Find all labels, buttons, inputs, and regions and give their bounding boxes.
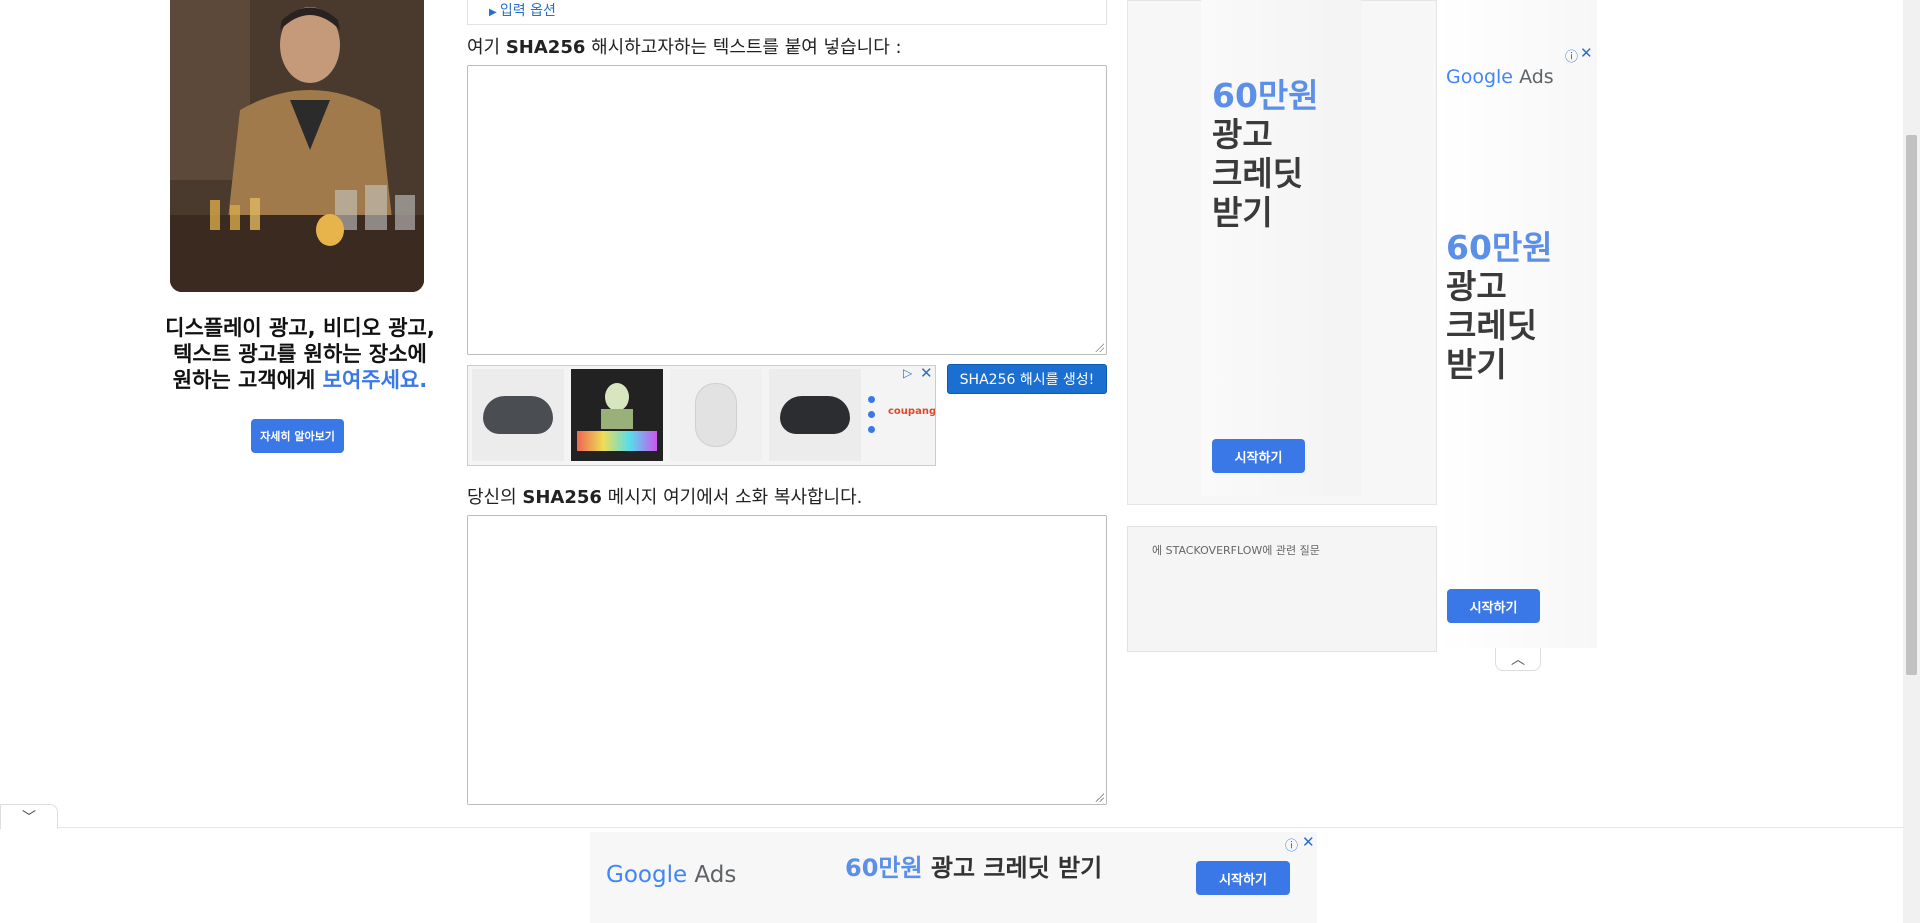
close-icon[interactable]: ✕ — [920, 364, 933, 382]
chevron-down-icon[interactable]: ﹀ — [0, 804, 58, 829]
input-label-suffix: 해시하고자하는 텍스트를 붙여 넣습니다 : — [585, 37, 902, 58]
input-options-toggle[interactable]: ▶ 입력 옵션 — [489, 0, 556, 20]
coupang-logo[interactable]: coupang — [888, 406, 935, 417]
product-mouse-black[interactable] — [769, 369, 861, 461]
input-textarea[interactable] — [467, 65, 1107, 355]
right-ad-credit[interactable]: 60만원 광고 크레딧 받기 시작하기 — [1201, 0, 1361, 496]
input-label: 여기 SHA256 해시하고자하는 텍스트를 붙여 넣습니다 : — [467, 33, 902, 59]
info-icon[interactable]: ⓘ — [1285, 835, 1298, 854]
start-button[interactable]: 시작하기 — [1196, 861, 1290, 895]
scrollbar-thumb[interactable] — [1906, 135, 1917, 675]
credit-amount: 60만원 — [1212, 76, 1319, 115]
left-ad-headline[interactable]: 디스플레이 광고, 비디오 광고, 텍스트 광고를 원하는 장소에 원하는 고객… — [155, 315, 445, 393]
close-icon[interactable]: ✕ — [1302, 833, 1315, 851]
stackoverflow-label: 에 STACKOVERFLOW에 관련 질문 — [1152, 544, 1320, 557]
ads-wordmark: Ads — [694, 862, 737, 888]
close-icon[interactable]: ✕ — [1580, 44, 1593, 62]
mouse-image — [695, 383, 737, 447]
ads-wordmark: Ads — [1519, 66, 1554, 88]
product-mouse-white[interactable] — [670, 369, 762, 461]
credit-suffix: 광고 크레딧 받기 — [922, 854, 1103, 882]
output-label-bold: SHA256 — [522, 487, 602, 508]
input-label-prefix: 여기 — [467, 37, 506, 58]
info-icon[interactable]: ⓘ — [1565, 46, 1578, 65]
credit-line-3: 크레딧 — [1446, 306, 1538, 345]
learn-more-button[interactable]: 자세히 알아보기 — [251, 419, 344, 453]
headline-highlight: 보여주세요. — [322, 368, 428, 392]
credit-text: 60만원 광고 크레딧 받기 — [1212, 76, 1319, 232]
start-button[interactable]: 시작하기 — [1212, 439, 1305, 473]
credit-line-2: 광고 — [1446, 267, 1507, 306]
triangle-right-icon: ▶ — [489, 7, 500, 18]
product-ad-banner[interactable]: coupang — [467, 365, 936, 466]
bottom-credit-text: 60만원 광고 크레딧 받기 — [845, 848, 1102, 883]
mouse-image — [780, 396, 850, 434]
output-textarea[interactable] — [467, 515, 1107, 805]
headline-line-1: 디스플레이 광고, 비디오 광고, — [165, 316, 435, 340]
output-label-suffix: 메시지 여기에서 소화 복사합니다. — [601, 487, 863, 508]
headline-line-2: 텍스트 광고를 원하는 장소에 — [173, 342, 427, 366]
bottom-divider — [0, 827, 1903, 828]
chevron-up-icon[interactable]: ︿ — [1495, 648, 1541, 671]
credit-amount: 60만원 — [845, 854, 923, 882]
credit-line-2: 광고 — [1212, 115, 1273, 154]
product-mouse-dark[interactable] — [472, 369, 564, 461]
google-ads-logo: Google Ads — [1446, 66, 1554, 88]
product-keyboard[interactable] — [571, 369, 663, 461]
start-button[interactable]: 시작하기 — [1447, 589, 1540, 623]
ad-choices-icon[interactable]: ▷ — [903, 366, 912, 380]
credit-amount: 60만원 — [1446, 228, 1553, 267]
credit-line-4: 받기 — [1446, 345, 1507, 384]
generate-hash-button[interactable]: SHA256 해시를 생성! — [947, 364, 1107, 394]
mouse-image — [483, 396, 553, 434]
headline-line-3-prefix: 원하는 고객에게 — [172, 368, 323, 392]
input-options-panel — [467, 0, 1107, 25]
perfumer-photo — [170, 0, 424, 292]
resize-grip-icon[interactable] — [1094, 342, 1104, 352]
google-wordmark: Google — [1446, 66, 1514, 88]
input-label-bold: SHA256 — [505, 37, 586, 58]
google-ads-logo: Google Ads — [606, 862, 736, 888]
credit-text: 60만원 광고 크레딧 받기 — [1446, 228, 1553, 384]
credit-line-3: 크레딧 — [1212, 154, 1304, 193]
input-options-label: 입력 옵션 — [499, 3, 556, 19]
output-label: 당신의 SHA256 메시지 여기에서 소화 복사합니다. — [467, 483, 862, 509]
left-ad-photo[interactable] — [170, 0, 424, 292]
output-label-prefix: 당신의 — [467, 487, 523, 508]
headline-line-3: 원하는 고객에게 보여주세요. — [155, 367, 445, 393]
credit-line-4: 받기 — [1212, 193, 1273, 232]
resize-grip-icon[interactable] — [1094, 792, 1104, 802]
google-wordmark: Google — [606, 862, 688, 888]
keyboard-figure-image — [577, 383, 657, 451]
carousel-dots[interactable] — [868, 396, 876, 433]
